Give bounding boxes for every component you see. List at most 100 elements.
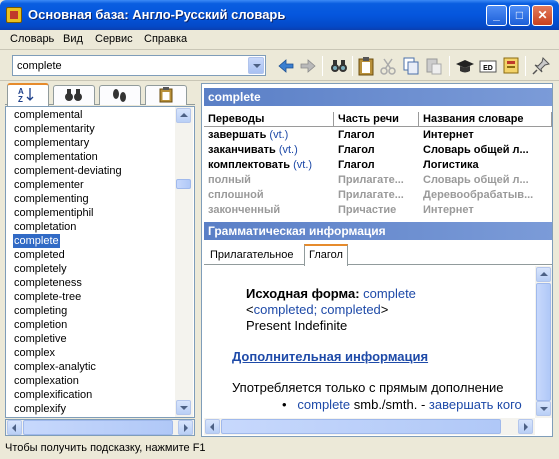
menu-service[interactable]: Сервис — [95, 33, 133, 45]
tab-adjective[interactable]: Прилагательное — [206, 247, 297, 265]
word-list-item[interactable]: completing — [13, 304, 68, 318]
combo-dropdown-arrow[interactable] — [248, 57, 264, 74]
column-header-dictionary[interactable]: Названия словаре — [419, 112, 552, 127]
part-of-speech-cell: Глагол — [338, 129, 375, 141]
dictionary-edit-icon[interactable]: ED — [478, 56, 498, 76]
word-list-item[interactable]: complementing — [13, 192, 90, 206]
translation-word[interactable]: полный — [204, 173, 334, 187]
scroll-right-button[interactable] — [178, 420, 193, 435]
translation-text: полный — [208, 174, 251, 186]
copy-icon[interactable] — [401, 56, 421, 76]
word-list-item[interactable]: complete — [13, 234, 60, 248]
word-list-item[interactable]: complementary — [13, 136, 90, 150]
dictionary-cell: Интернет — [423, 129, 474, 141]
word-list-item[interactable]: complemental — [13, 108, 83, 122]
graduation-cap-icon[interactable] — [455, 56, 475, 76]
tab-history[interactable] — [145, 85, 187, 105]
grammar-horizontal-scrollbar[interactable] — [204, 418, 535, 435]
menu-dictionary[interactable]: Словарь — [10, 33, 54, 45]
word-list-item[interactable]: completely — [13, 262, 68, 276]
tab-search[interactable] — [53, 85, 95, 105]
word-list-item[interactable]: complementation — [13, 150, 99, 164]
scroll-thumb[interactable] — [536, 283, 551, 401]
window-title: Основная база: Англо-Русский словарь — [28, 7, 286, 22]
translation-word[interactable]: завершать (vt.) — [204, 128, 334, 142]
close-button[interactable]: ✕ — [532, 5, 553, 26]
word-list-item[interactable]: completed — [13, 248, 66, 262]
translation-word[interactable]: законченный — [204, 203, 334, 217]
tab-phrases[interactable] — [99, 85, 141, 105]
paste-icon[interactable] — [424, 56, 444, 76]
forward-arrow-icon[interactable] — [298, 56, 318, 76]
dictionary-info-icon[interactable] — [501, 56, 521, 76]
example-line: • complete smb./smth. - завершать кого — [282, 397, 522, 412]
title-bar[interactable]: Основная база: Англо-Русский словарь _ □… — [0, 0, 559, 30]
word-list-panel: A Z complemental complementarity complem… — [5, 83, 195, 418]
word-list-item[interactable]: completation — [13, 220, 77, 234]
scroll-thumb[interactable] — [23, 420, 173, 435]
scroll-thumb[interactable] — [176, 179, 191, 189]
dictionary-cell: Деревообрабатыв... — [423, 189, 534, 201]
base-form-line: Исходная форма: complete — [246, 286, 416, 301]
translation-word[interactable]: комплектовать (vt.) — [204, 158, 334, 172]
scroll-right-button[interactable] — [518, 419, 533, 434]
app-window: Основная база: Англо-Русский словарь _ □… — [0, 0, 559, 459]
word-list-item[interactable]: complementer — [13, 178, 85, 192]
scroll-thumb[interactable] — [221, 419, 501, 434]
binoculars-icon — [65, 89, 82, 101]
grammar-tag: (vt.) — [269, 129, 289, 141]
translation-word[interactable]: сплошной — [204, 188, 334, 202]
grammar-vertical-scrollbar[interactable] — [535, 266, 552, 418]
translation-text: законченный — [208, 204, 281, 216]
scroll-down-button[interactable] — [176, 400, 191, 415]
word-list-item[interactable]: complexification — [13, 388, 93, 402]
column-header-part-of-speech[interactable]: Часть речи — [334, 112, 419, 127]
part-of-speech-cell: Глагол — [338, 159, 375, 171]
word-list-item[interactable]: complement-deviating — [13, 164, 123, 178]
pin-icon[interactable] — [531, 56, 551, 76]
word-list-horizontal-scrollbar[interactable] — [5, 419, 195, 436]
word-list-item[interactable]: completion — [13, 318, 68, 332]
word-list[interactable]: complemental complementarity complementary… — [5, 106, 195, 418]
word-list-item[interactable]: complex — [13, 346, 56, 360]
word-list-item[interactable]: complexify — [13, 402, 67, 416]
word-list-item[interactable]: complementarity — [13, 122, 96, 136]
scroll-left-button[interactable] — [7, 420, 22, 435]
status-hint: Чтобы получить подсказку, нажмите F1 — [5, 442, 206, 454]
menu-help[interactable]: Справка — [144, 33, 187, 45]
base-form-value[interactable]: complete — [363, 286, 416, 301]
translation-text: сплошной — [208, 189, 264, 201]
clipboard-icon[interactable] — [356, 56, 376, 76]
word-list-item[interactable]: complete-tree — [13, 290, 82, 304]
example-en-link[interactable]: complete — [297, 397, 350, 412]
example-ru-link[interactable]: завершать кого — [429, 397, 522, 412]
search-combobox[interactable] — [12, 55, 266, 76]
more-info-link[interactable]: Дополнительная информация — [232, 349, 428, 364]
translation-word[interactable]: заканчивать (vt.) — [204, 143, 334, 157]
scroll-down-button[interactable] — [536, 401, 551, 416]
word-list-item[interactable]: complex-analytic — [13, 360, 97, 374]
minimize-button[interactable]: _ — [486, 5, 507, 26]
scroll-up-button[interactable] — [176, 108, 191, 123]
search-input[interactable] — [15, 57, 243, 74]
toolbar-separator — [525, 56, 526, 76]
tab-verb[interactable]: Глагол — [304, 244, 348, 266]
binoculars-icon[interactable] — [329, 56, 349, 76]
scroll-left-button[interactable] — [205, 419, 220, 434]
grammar-detail: Исходная форма: complete <completed; com… — [204, 266, 536, 418]
dictionary-cell: Логистика — [423, 159, 479, 171]
word-list-item[interactable]: completive — [13, 332, 68, 346]
cut-icon[interactable] — [378, 56, 398, 76]
verb-forms-link[interactable]: completed; completed — [254, 302, 381, 317]
word-list-item[interactable]: complementiphil — [13, 206, 94, 220]
tab-alphabetical[interactable]: A Z — [7, 83, 49, 106]
word-list-item[interactable]: complexation — [13, 374, 80, 388]
usage-note: Употребляется только с прямым дополнение — [232, 380, 504, 395]
column-header-translations[interactable]: Переводы — [204, 112, 334, 127]
word-list-item[interactable]: completeness — [13, 276, 83, 290]
maximize-button[interactable]: □ — [509, 5, 530, 26]
menu-view[interactable]: Вид — [63, 33, 83, 45]
back-arrow-icon[interactable] — [276, 56, 296, 76]
word-list-scrollbar[interactable] — [175, 107, 193, 417]
scroll-up-button[interactable] — [536, 267, 551, 282]
